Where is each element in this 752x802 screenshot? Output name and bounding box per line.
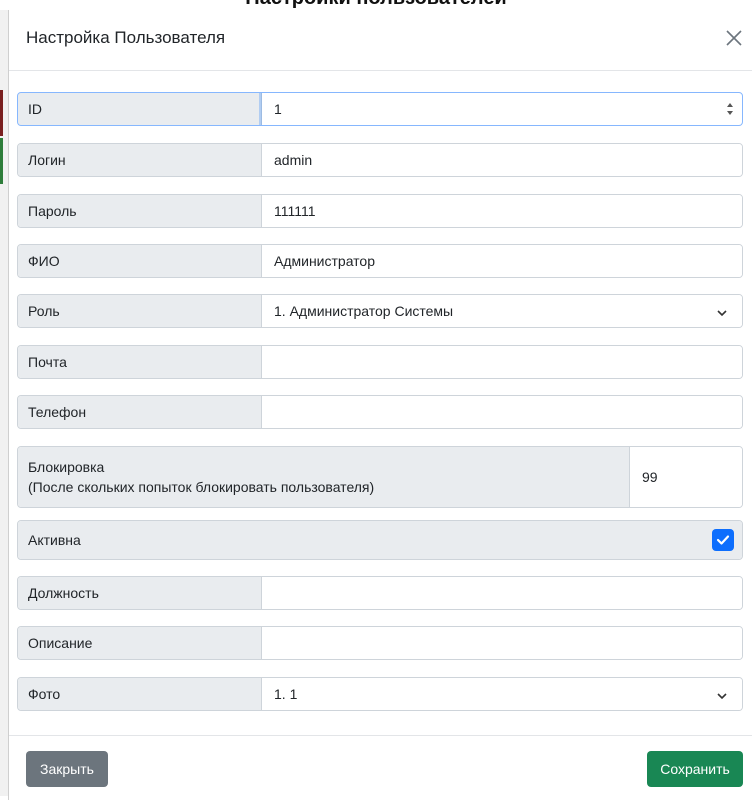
login-label: Логин (18, 144, 262, 176)
position-field-group: Должность (17, 576, 743, 610)
modal-header: Настройка Пользователя (9, 10, 752, 71)
fio-input[interactable]: Администратор (262, 245, 742, 277)
save-button[interactable]: Сохранить (647, 751, 743, 787)
phone-input[interactable] (262, 396, 742, 428)
check-icon (716, 535, 730, 545)
id-value: 1 (274, 101, 282, 117)
spinner-arrows-icon[interactable] (726, 101, 734, 117)
background-accent-green (0, 138, 3, 184)
active-field-group: Активна (17, 520, 743, 560)
role-label: Роль (18, 295, 262, 327)
id-label: ID (18, 93, 262, 125)
password-field-group: Пароль 111111 (17, 194, 743, 228)
photo-label: Фото (18, 678, 262, 710)
phone-field-group: Телефон (17, 395, 743, 429)
block-sublabel: (После скольких попыток блокировать поль… (28, 479, 375, 495)
block-label-group: Блокировка (После скольких попыток блоки… (18, 447, 630, 507)
active-label: Активна (18, 521, 742, 559)
role-selected-value: 1. Администратор Системы (274, 303, 454, 319)
id-input[interactable]: 1 (262, 93, 742, 125)
chevron-down-icon (716, 689, 728, 705)
password-label: Пароль (18, 195, 262, 227)
email-field-group: Почта (17, 345, 743, 379)
login-input[interactable]: admin (262, 144, 742, 176)
position-input[interactable] (262, 577, 742, 609)
active-checkbox[interactable] (712, 529, 734, 551)
description-input[interactable] (262, 627, 742, 659)
description-label: Описание (18, 627, 262, 659)
fio-field-group: ФИО Администратор (17, 244, 743, 278)
role-select[interactable]: 1. Администратор Системы (262, 295, 742, 327)
role-field-group: Роль 1. Администратор Системы (17, 294, 743, 328)
photo-select[interactable]: 1. 1 (262, 678, 742, 710)
phone-label: Телефон (18, 396, 262, 428)
close-icon[interactable] (722, 26, 746, 50)
email-label: Почта (18, 346, 262, 378)
block-label: Блокировка (28, 459, 105, 475)
background-accent-red (0, 90, 3, 136)
id-field-group: ID 1 (17, 92, 743, 126)
position-label: Должность (18, 577, 262, 609)
password-input[interactable]: 111111 (262, 195, 742, 227)
block-field-group: Блокировка (После скольких попыток блоки… (17, 446, 743, 508)
modal-title: Настройка Пользователя (26, 28, 226, 47)
user-settings-modal: Настройка Пользователя ID 1 Логин admin … (8, 10, 752, 800)
block-attempts-input[interactable]: 99 (630, 447, 742, 507)
background-page-strip (0, 10, 8, 796)
email-input[interactable] (262, 346, 742, 378)
modal-footer: Закрыть Сохранить (9, 735, 752, 802)
photo-selected-value: 1. 1 (274, 686, 298, 702)
login-field-group: Логин admin (17, 143, 743, 177)
description-field-group: Описание (17, 626, 743, 660)
fio-label: ФИО (18, 245, 262, 277)
photo-field-group: Фото 1. 1 (17, 677, 743, 711)
close-button[interactable]: Закрыть (26, 751, 108, 787)
chevron-down-icon (716, 306, 728, 322)
background-page-heading: Настройки пользователей (0, 0, 752, 10)
